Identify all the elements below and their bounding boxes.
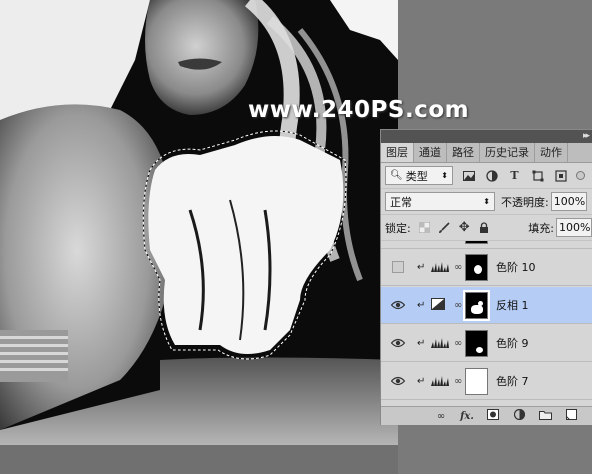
eye-icon[interactable] xyxy=(389,298,407,312)
eye-icon[interactable] xyxy=(389,336,407,350)
layer-row-selected[interactable]: ↵ ∞ 反相 1 xyxy=(381,287,592,324)
eye-icon[interactable] xyxy=(389,374,407,388)
type-filter-icon[interactable]: T xyxy=(507,168,522,183)
invert-icon xyxy=(431,298,449,312)
visibility-toggle[interactable] xyxy=(392,261,404,273)
layer-row[interactable]: ↵ ∞ 色阶 7 xyxy=(381,363,592,400)
search-icon: 🔍︎ xyxy=(390,170,403,181)
folder-icon[interactable] xyxy=(535,410,555,423)
tab-history[interactable]: 历史记录 xyxy=(480,143,535,162)
smart-object-filter-icon[interactable] xyxy=(553,168,568,183)
filter-kind-label: 类型 xyxy=(405,169,428,183)
lock-transparent-icon[interactable] xyxy=(417,220,432,235)
tab-paths[interactable]: 路径 xyxy=(447,143,480,162)
link-chain-icon: ∞ xyxy=(454,261,463,273)
opacity-input[interactable]: 100% xyxy=(550,192,587,211)
clip-arrow-icon: ↵ xyxy=(417,261,426,273)
layer-mask-thumbnail[interactable] xyxy=(465,329,488,357)
layers-panel: ▸▸ 图层 通道 路径 历史记录 动作 🔍︎ 类型 ⬍ T 正常 ⬍ 不透明度:… xyxy=(380,129,592,425)
filter-kind-select[interactable]: 🔍︎ 类型 ⬍ xyxy=(385,166,453,185)
filter-row: 🔍︎ 类型 ⬍ T xyxy=(381,163,592,189)
tab-layers[interactable]: 图层 xyxy=(381,143,414,162)
mask-icon[interactable] xyxy=(483,409,503,423)
layers-list: ↵ 🔗︎ ↵ ∞ 色阶 10 ↵ xyxy=(381,241,592,409)
lock-move-icon[interactable]: ✥ xyxy=(457,220,472,235)
fx-icon[interactable]: fx. xyxy=(457,411,477,422)
blend-mode-value: 正常 xyxy=(390,195,412,209)
adjustment-icon[interactable] xyxy=(509,408,529,423)
layer-name[interactable]: 色阶 9 xyxy=(496,335,529,351)
spinner-icon: ⬍ xyxy=(441,171,448,180)
levels-icon xyxy=(431,336,449,350)
link-chain-icon: ∞ xyxy=(454,337,463,349)
new-layer-icon[interactable] xyxy=(561,409,581,423)
clip-arrow-icon: ↵ xyxy=(417,337,426,349)
blend-row: 正常 ⬍ 不透明度: 100% xyxy=(381,189,592,215)
image-filter-icon[interactable] xyxy=(461,168,476,183)
lock-paint-icon[interactable] xyxy=(437,220,452,235)
opacity-label: 不透明度: xyxy=(501,195,549,209)
spinner-icon: ⬍ xyxy=(483,197,490,206)
lock-row: 锁定: ✥ 填充: 100% xyxy=(381,215,592,241)
collapse-icon[interactable]: ▸▸ xyxy=(583,131,590,141)
clip-arrow-icon: ↵ xyxy=(417,375,426,387)
layer-name[interactable]: 色阶 10 xyxy=(496,259,536,275)
layer-row[interactable]: ↵ ∞ 色阶 9 xyxy=(381,325,592,362)
link-chain-icon: ∞ xyxy=(454,299,463,311)
levels-icon xyxy=(431,374,449,388)
watermark-text: www.240PS.com xyxy=(248,97,470,123)
filter-toggle[interactable] xyxy=(576,171,585,180)
layer-mask-thumbnail[interactable] xyxy=(465,367,488,395)
fill-input[interactable]: 100% xyxy=(556,218,592,237)
blend-mode-select[interactable]: 正常 ⬍ xyxy=(385,192,495,211)
tab-channels[interactable]: 通道 xyxy=(414,143,447,162)
tab-actions[interactable]: 动作 xyxy=(535,143,568,162)
shape-filter-icon[interactable] xyxy=(530,168,545,183)
layer-mask-thumbnail[interactable] xyxy=(465,253,488,281)
opacity-value: 100% xyxy=(553,195,586,208)
layer-row-partial[interactable]: ↵ 🔗︎ xyxy=(381,241,592,249)
clip-arrow-icon: ↵ xyxy=(417,299,426,311)
fill-label: 填充: xyxy=(528,221,554,235)
image-canvas[interactable] xyxy=(0,0,398,445)
layer-mask-thumbnail[interactable] xyxy=(465,241,488,244)
layer-name[interactable]: 色阶 7 xyxy=(496,373,529,389)
panel-tabs: 图层 通道 路径 历史记录 动作 xyxy=(381,143,592,163)
adjustment-filter-icon[interactable] xyxy=(484,168,499,183)
fill-value: 100% xyxy=(559,221,591,234)
lock-all-icon[interactable] xyxy=(477,220,492,235)
panel-titlebar[interactable]: ▸▸ xyxy=(381,130,592,143)
lock-label: 锁定: xyxy=(385,221,411,235)
link-chain-icon: ∞ xyxy=(454,375,463,387)
canvas-bottom-strip xyxy=(0,445,398,474)
layer-row[interactable]: ↵ ∞ 色阶 10 xyxy=(381,249,592,286)
layer-name[interactable]: 反相 1 xyxy=(496,297,529,313)
levels-icon xyxy=(431,260,449,274)
layer-mask-thumbnail[interactable] xyxy=(463,289,490,321)
panel-bottom-toolbar: ∞ fx. xyxy=(381,406,592,425)
link-icon[interactable]: ∞ xyxy=(431,411,451,422)
photo xyxy=(0,0,398,445)
